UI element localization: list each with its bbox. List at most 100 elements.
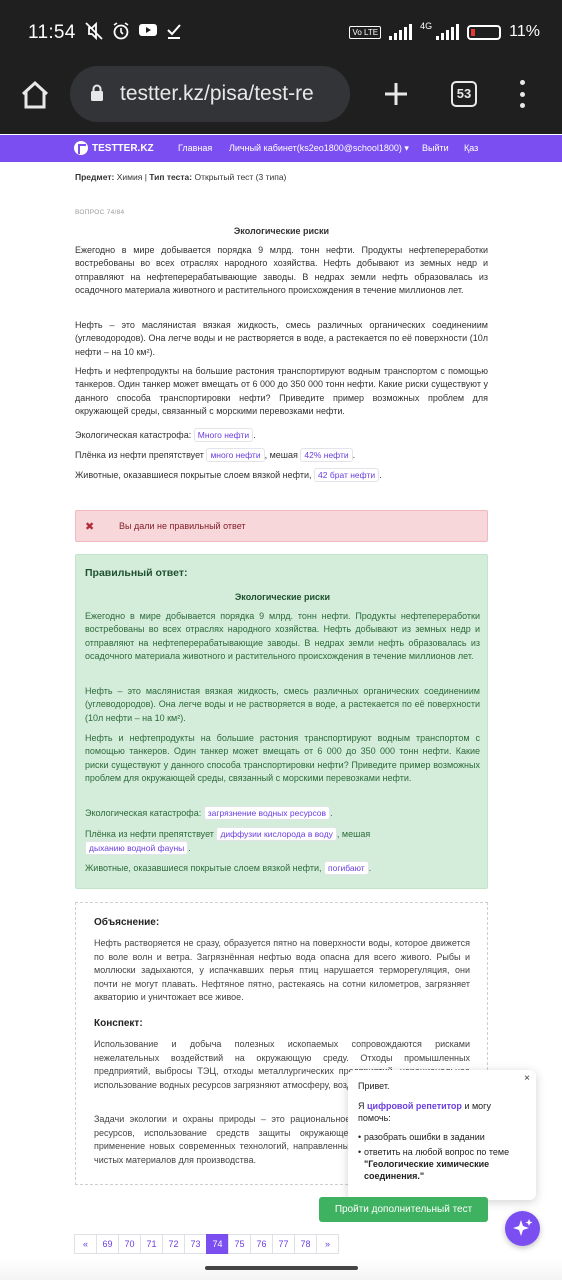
address-bar[interactable]: testter.kz/pisa/test-re bbox=[70, 66, 350, 122]
chat-greeting: Привет. bbox=[358, 1081, 390, 1091]
home-icon[interactable] bbox=[18, 78, 52, 112]
correct-answer-heading: Правильный ответ: bbox=[85, 567, 188, 579]
youtube-icon bbox=[139, 24, 157, 36]
status-bar: 11:54 Vo LTE 4G 11% bbox=[0, 0, 562, 66]
chat-option-topic: "Геологические химические соединения." bbox=[364, 1159, 490, 1181]
correct-answer-chip: загрязнение водных ресурсов bbox=[203, 806, 331, 820]
network-type: 4G bbox=[420, 21, 433, 31]
question-paragraph: Нефть и нефтепродукты на большие растони… bbox=[75, 366, 488, 416]
test-meta: Предмет: Химия | Тип теста: Открытый тес… bbox=[75, 172, 287, 182]
correct-answer-chip: диффузии кислорода в воду bbox=[216, 827, 337, 841]
page-link-active[interactable]: 74 bbox=[206, 1234, 229, 1254]
answer-label: Животные, оказавшиеся покрытые слоем вяз… bbox=[85, 863, 322, 873]
subject-label: Предмет: bbox=[75, 172, 115, 182]
close-icon[interactable]: × bbox=[524, 1073, 530, 1084]
answer-label: Экологическая катастрофа: bbox=[75, 430, 192, 440]
answer-label: Плёнка из нефти препятствует bbox=[85, 829, 214, 839]
answer-label: Плёнка из нефти препятствует bbox=[75, 450, 204, 460]
page-link[interactable]: 78 bbox=[294, 1234, 317, 1254]
tutor-link[interactable]: цифровой репетитор bbox=[367, 1101, 462, 1111]
user-answer-line-1: Экологическая катастрофа: Много нефти. bbox=[75, 428, 256, 442]
user-answer-line-3: Животные, оказавшиеся покрытые слоем вяз… bbox=[75, 468, 382, 482]
answer-connector: , мешая bbox=[264, 450, 298, 460]
nav-link-logout[interactable]: Выйти bbox=[422, 143, 449, 153]
lock-icon bbox=[91, 84, 103, 101]
page-link[interactable]: 77 bbox=[272, 1234, 295, 1254]
chat-option-text: ответить на любой вопрос по теме bbox=[364, 1147, 510, 1157]
chat-option[interactable]: разобрать ошибки в задании bbox=[358, 1131, 530, 1143]
correct-line-2: Плёнка из нефти препятствует диффузии ки… bbox=[85, 827, 370, 841]
battery-level: 11% bbox=[509, 23, 540, 40]
url-text: testter.kz/pisa/test-re bbox=[120, 82, 314, 105]
gesture-bar[interactable] bbox=[205, 1266, 358, 1270]
volte-badge: Vo LTE bbox=[349, 25, 382, 39]
sparkle-icon bbox=[513, 1219, 533, 1236]
type-value: Открытый тест (3 типа) bbox=[194, 172, 287, 182]
chat-intro-prefix: Я bbox=[358, 1101, 367, 1111]
error-icon: ✖ bbox=[85, 521, 95, 533]
page-link[interactable]: 75 bbox=[228, 1234, 251, 1254]
explanation-text: Нефть растворяется не сразу, образуется … bbox=[94, 938, 470, 1002]
correct-answer-chip: погибают bbox=[324, 861, 369, 875]
nav-link-home[interactable]: Главная bbox=[178, 143, 212, 153]
more-menu-icon[interactable] bbox=[515, 80, 529, 108]
tab-switcher-button[interactable]: 53 bbox=[451, 81, 477, 107]
page-link[interactable]: 69 bbox=[96, 1234, 119, 1254]
question-paragraph: Нефть – это маслянистая вязкая жидкость,… bbox=[75, 320, 488, 357]
user-answer-chip: Много нефти bbox=[193, 428, 254, 442]
battery-icon bbox=[467, 24, 502, 40]
correct-line-3: Животные, оказавшиеся покрытые слоем вяз… bbox=[85, 861, 372, 875]
question-paragraph: Ежегодно в мире добывается порядка 9 млр… bbox=[75, 245, 488, 295]
site-logo[interactable]: TESTTER.KZ bbox=[74, 141, 154, 155]
correct-answer-panel: Правильный ответ: Экологические риски Еж… bbox=[75, 554, 488, 889]
page-next[interactable]: » bbox=[316, 1234, 339, 1254]
page-link[interactable]: 72 bbox=[162, 1234, 185, 1254]
alert-message: Вы дали не правильный ответ bbox=[119, 521, 246, 531]
correct-paragraph: Нефть – это маслянистая вязкая жидкость,… bbox=[85, 686, 480, 723]
page-link[interactable]: 70 bbox=[118, 1234, 141, 1254]
browser-toolbar: testter.kz/pisa/test-re 53 bbox=[0, 66, 562, 134]
nav-link-language[interactable]: Қаз bbox=[464, 143, 478, 153]
logo-icon bbox=[74, 141, 88, 155]
signal-icon bbox=[389, 24, 413, 40]
new-tab-icon[interactable] bbox=[382, 80, 410, 108]
user-answer-chip: 42% нефти bbox=[300, 448, 353, 462]
chat-option[interactable]: ответить на любой вопрос по теме "Геолог… bbox=[358, 1146, 530, 1182]
answer-label: Экологическая катастрофа: bbox=[85, 808, 202, 818]
answer-label: Животные, оказавшиеся покрытые слоем вяз… bbox=[75, 470, 312, 480]
site-navbar: TESTTER.KZ Главная Личный кабинет(ks2eo1… bbox=[0, 135, 562, 162]
clock: 11:54 bbox=[28, 22, 76, 43]
summary-heading: Конспект: bbox=[94, 1018, 143, 1029]
page-link[interactable]: 73 bbox=[184, 1234, 207, 1254]
system-indicators: Vo LTE 4G 11% bbox=[349, 21, 540, 41]
correct-line-2-cont: дыханию водной фауны. bbox=[85, 841, 191, 855]
download-done-icon bbox=[167, 24, 181, 39]
question-number: ВОПРОС 74/84 bbox=[75, 209, 125, 216]
page-prev[interactable]: « bbox=[74, 1234, 97, 1254]
pagination: « 69 70 71 72 73 74 75 76 77 78 » bbox=[74, 1234, 339, 1254]
chat-intro: Я цифровой репетитор и могу помочь: bbox=[358, 1100, 526, 1124]
notification-icons bbox=[84, 22, 182, 40]
user-answer-chip: 42 брат нефти bbox=[314, 468, 380, 482]
correct-answer-title: Экологические риски bbox=[234, 592, 331, 602]
correct-line-1: Экологическая катастрофа: загрязнение во… bbox=[85, 806, 333, 820]
question-title: Экологические риски bbox=[233, 226, 330, 236]
page-link[interactable]: 71 bbox=[140, 1234, 163, 1254]
tutor-chat-popup[interactable]: × Привет. Я цифровой репетитор и могу по… bbox=[348, 1070, 536, 1200]
user-answer-line-2: Плёнка из нефти препятствует много нефти… bbox=[75, 448, 356, 462]
correct-paragraph: Нефть и нефтепродукты на большие растони… bbox=[85, 733, 480, 783]
correct-paragraph: Ежегодно в мире добывается порядка 9 млр… bbox=[85, 611, 480, 661]
explanation-heading: Объяснение: bbox=[94, 917, 160, 928]
logo-text: TESTTER.KZ bbox=[92, 142, 154, 154]
chat-options: разобрать ошибки в задании ответить на л… bbox=[358, 1131, 530, 1185]
correct-answer-chip: дыханию водной фауны bbox=[85, 841, 189, 855]
answer-connector: , мешая bbox=[336, 829, 371, 839]
page-link[interactable]: 76 bbox=[250, 1234, 273, 1254]
ai-assistant-button[interactable] bbox=[505, 1211, 540, 1246]
mute-icon bbox=[85, 22, 103, 40]
subject-value: Химия bbox=[116, 172, 143, 182]
type-label: Тип теста: bbox=[149, 172, 193, 182]
nav-link-cabinet[interactable]: Личный кабинет(ks2eo1800@school1800) ▾ bbox=[229, 143, 409, 154]
more-tests-button[interactable]: Пройти дополнительный тест bbox=[319, 1197, 488, 1222]
wrong-answer-alert: ✖ Вы дали не правильный ответ bbox=[75, 510, 488, 542]
